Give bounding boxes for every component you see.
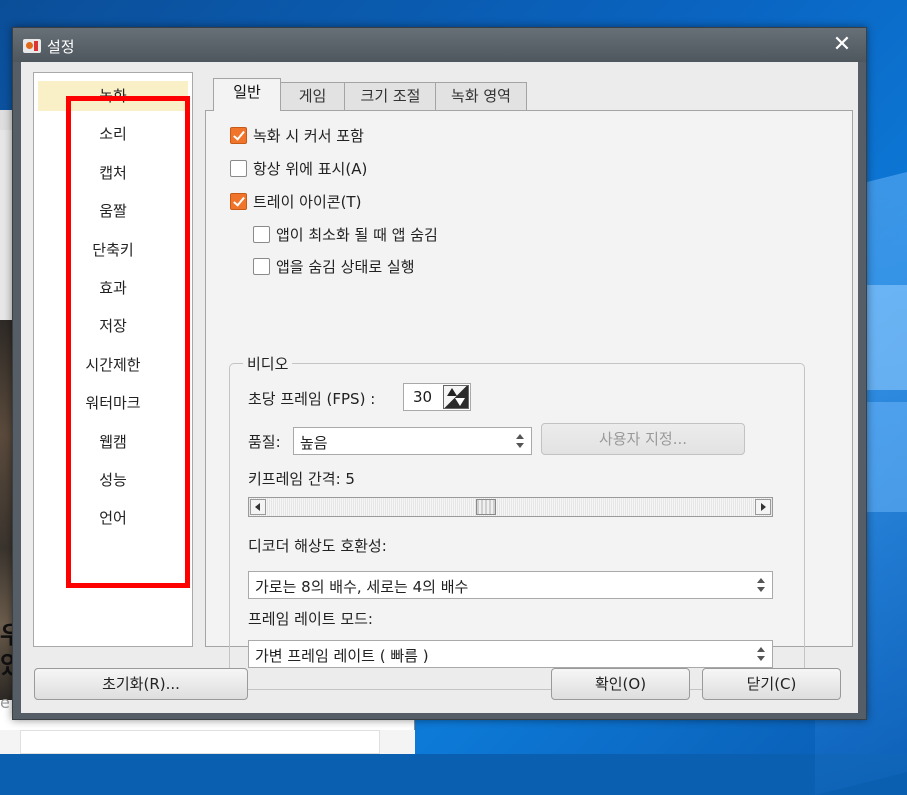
fps-label: 초당 프레임 (FPS) : [248, 390, 376, 408]
checkbox[interactable] [230, 126, 247, 144]
category-item[interactable]: 단축키 [38, 235, 188, 265]
tab-panel-general: 녹화 시 커서 포함 항상 위에 표시(A) 트레이 아이콘(T) 앱이 최소화… [205, 110, 853, 690]
option-label: 항상 위에 표시(A) [253, 159, 368, 178]
checkbox[interactable] [230, 159, 247, 177]
select-arrows-icon [756, 577, 766, 593]
option-always-on-top[interactable]: 항상 위에 표시(A) [230, 157, 367, 179]
close-button[interactable]: 닫기(C) [702, 668, 841, 700]
fps-spinbox[interactable]: 30 [403, 383, 471, 411]
title-bar[interactable]: 설정 ✕ [13, 28, 866, 62]
quality-label: 품질: [248, 433, 281, 451]
quality-value: 높음 [300, 434, 328, 452]
tab-resize[interactable]: 크기 조절 [344, 82, 437, 110]
background-window-field [20, 730, 380, 754]
option-include-cursor[interactable]: 녹화 시 커서 포함 [230, 124, 364, 146]
slider-right-arrow-icon[interactable] [755, 499, 771, 515]
option-start-hidden[interactable]: 앱을 숨김 상태로 실행 [253, 255, 415, 277]
option-label: 앱을 숨김 상태로 실행 [276, 257, 415, 276]
option-hide-on-minimize[interactable]: 앱이 최소화 될 때 앱 숨김 [253, 223, 438, 245]
frame-rate-mode-value: 가변 프레임 레이트 ( 빠름 ) [255, 647, 429, 665]
background-text-fragment: e [0, 693, 10, 712]
checkbox[interactable] [230, 192, 247, 210]
checkbox[interactable] [253, 257, 270, 275]
category-item[interactable]: 소리 [38, 119, 188, 149]
close-icon[interactable]: ✕ [830, 33, 854, 57]
option-tray-icon[interactable]: 트레이 아이콘(T) [230, 190, 361, 212]
fps-value: 30 [413, 388, 433, 406]
category-item[interactable]: 저장 [38, 311, 188, 341]
tab-game[interactable]: 게임 [279, 82, 346, 110]
tab-record-area[interactable]: 녹화 영역 [435, 82, 527, 110]
category-item[interactable]: 움짤 [38, 196, 188, 226]
decoder-compat-value: 가로는 8의 배수, 세로는 4의 배수 [255, 578, 469, 596]
select-arrows-icon [515, 433, 525, 449]
desktop-logo-pane [862, 402, 907, 512]
dialog-title: 설정 [47, 38, 75, 56]
video-group-title: 비디오 [243, 353, 293, 374]
keyframe-slider[interactable] [248, 497, 773, 517]
frame-rate-mode-label: 프레임 레이트 모드: [248, 610, 373, 628]
dialog-body: 녹화소리캡처움짤단축키효과저장시간제한워터마크웹캠성능언어 일반 게임 크기 조… [21, 62, 858, 713]
desktop-logo-pane [862, 285, 907, 390]
option-label: 녹화 시 커서 포함 [253, 126, 364, 145]
keyframe-interval-label: 키프레임 간격: 5 [248, 470, 355, 488]
settings-dialog: 설정 ✕ 녹화소리캡처움짤단축키효과저장시간제한워터마크웹캠성능언어 일반 게임… [12, 27, 867, 720]
option-label: 앱이 최소화 될 때 앱 숨김 [276, 225, 438, 244]
ok-button[interactable]: 확인(O) [551, 668, 690, 700]
quality-select[interactable]: 높음 [293, 427, 532, 455]
category-item[interactable]: 효과 [38, 273, 188, 303]
tab-general[interactable]: 일반 [213, 78, 281, 111]
category-item[interactable]: 워터마크 [38, 388, 188, 418]
category-item[interactable]: 웹캠 [38, 427, 188, 457]
select-arrows-icon [756, 646, 766, 662]
category-item[interactable]: 시간제한 [38, 350, 188, 380]
slider-thumb[interactable] [475, 499, 496, 515]
category-item[interactable]: 성능 [38, 465, 188, 495]
spin-arrows-icon[interactable] [443, 385, 469, 409]
slider-left-arrow-icon[interactable] [250, 499, 266, 515]
category-item[interactable]: 언어 [38, 503, 188, 533]
decoder-compat-label: 디코더 해상도 호환성: [248, 537, 387, 555]
app-icon [23, 39, 41, 53]
category-item[interactable]: 캡처 [38, 158, 188, 188]
custom-quality-button[interactable]: 사용자 지정... [541, 423, 745, 455]
category-list: 녹화소리캡처움짤단축키효과저장시간제한워터마크웹캠성능언어 [33, 72, 193, 647]
checkbox[interactable] [253, 225, 270, 243]
category-item[interactable]: 녹화 [38, 81, 188, 111]
decoder-compat-select[interactable]: 가로는 8의 배수, 세로는 4의 배수 [248, 571, 773, 599]
option-label: 트레이 아이콘(T) [253, 192, 362, 211]
reset-button[interactable]: 초기화(R)... [34, 668, 248, 700]
frame-rate-mode-select[interactable]: 가변 프레임 레이트 ( 빠름 ) [248, 640, 773, 668]
